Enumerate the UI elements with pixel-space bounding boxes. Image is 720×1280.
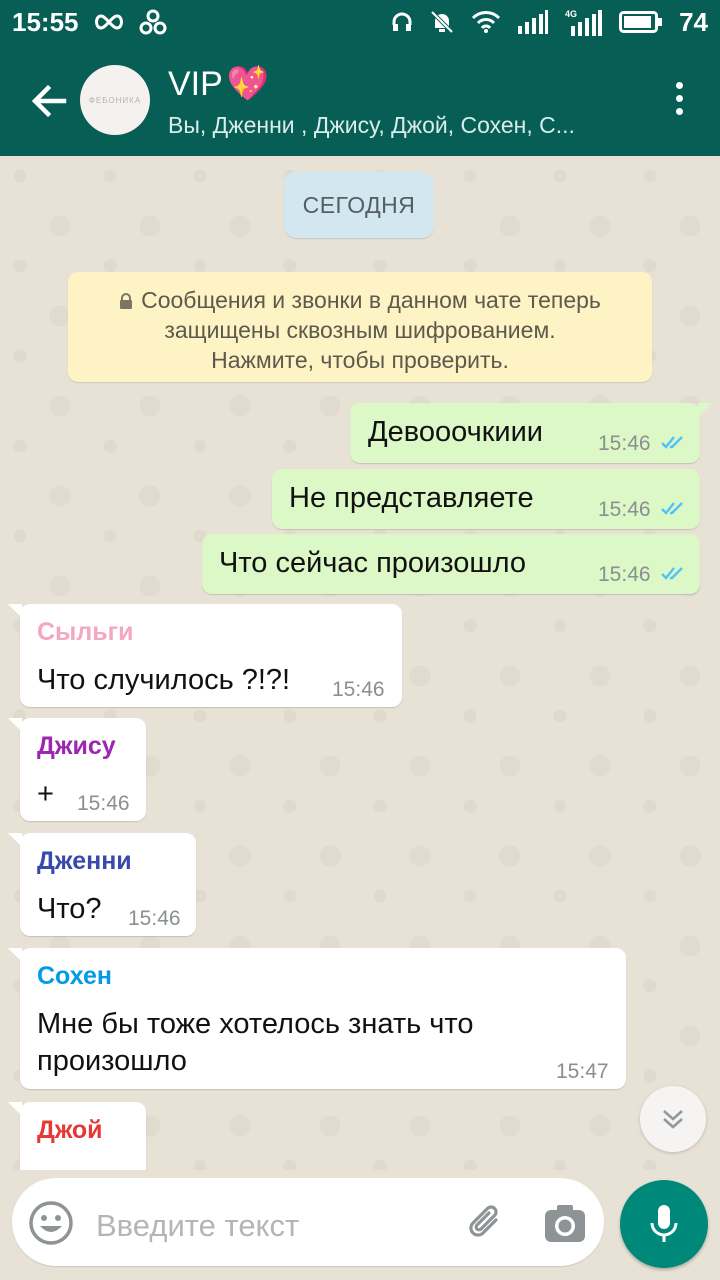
lock-icon: [120, 293, 133, 309]
status-bar: 15:55 4G 74: [0, 0, 720, 44]
group-avatar[interactable]: ФЕБОНИКА: [80, 65, 150, 135]
chat-title-text: VIP: [168, 64, 223, 103]
message-input[interactable]: Введите текст: [12, 1178, 604, 1266]
status-time: 15:55: [12, 6, 79, 37]
date-divider: СЕГОДНЯ: [284, 172, 434, 238]
microphone-icon: [650, 1205, 678, 1242]
message-placeholder: Введите текст: [96, 1208, 300, 1243]
sender-name: Сыльги: [37, 618, 134, 646]
chat-participants[interactable]: Вы, Дженни , Джису, Джой, Сохен, С...: [168, 112, 575, 139]
message-time: 15:46: [332, 678, 385, 701]
sparkling-heart-emoji: 💖: [226, 65, 270, 103]
message-time: 15:46: [598, 432, 651, 455]
message-bubble-incoming[interactable]: Дженни Что? 15:46: [8, 833, 196, 936]
message-bubble-outgoing[interactable]: Что сейчас произошло 15:46: [202, 534, 700, 594]
message-bubble-incoming[interactable]: Джой: [8, 1102, 146, 1170]
svg-text:4G: 4G: [565, 9, 577, 19]
headset-icon: [392, 12, 412, 31]
scroll-to-bottom-button[interactable]: [640, 1086, 706, 1152]
message-text: Девооочкиии: [368, 416, 543, 448]
signal-4g-icon: 4G: [565, 9, 603, 36]
message-time: 15:46: [128, 907, 181, 930]
read-receipt-icon: [661, 436, 683, 449]
camera-icon[interactable]: [544, 1204, 586, 1244]
emoji-icon[interactable]: [28, 1200, 74, 1246]
battery-icon: [619, 11, 663, 33]
message-text-line-1: Мне бы тоже хотелось знать что: [37, 1008, 474, 1040]
read-receipt-icon: [661, 502, 683, 515]
chat-area[interactable]: СЕГОДНЯ Сообщения и звонки в данном чате…: [0, 156, 720, 1170]
message-time: 15:47: [556, 1060, 609, 1083]
message-time: 15:46: [77, 792, 130, 815]
read-receipt-icon: [661, 567, 683, 580]
message-bubble-incoming[interactable]: Сыльги Что случилось ?!?! 15:46: [8, 604, 402, 707]
mute-bell-icon: [430, 10, 454, 34]
message-text: Что случилось ?!?!: [37, 664, 291, 696]
more-options-icon[interactable]: [674, 82, 684, 118]
battery-level: 74: [679, 6, 708, 37]
sender-name: Дженни: [37, 847, 132, 875]
signal-icon: [518, 10, 549, 34]
sender-name: Джису: [37, 732, 116, 760]
chat-title[interactable]: VIP 💖: [168, 64, 269, 104]
chat-header: ФЕБОНИКА VIP 💖 Вы, Дженни , Джису, Джой,…: [0, 44, 720, 156]
infinity-icon: [94, 14, 123, 30]
encryption-notice[interactable]: Сообщения и звонки в данном чате теперь …: [68, 272, 652, 382]
voice-message-button[interactable]: [620, 1180, 708, 1268]
back-arrow-icon[interactable]: [28, 80, 70, 122]
message-bubble-outgoing[interactable]: Не представляете 15:46: [272, 469, 700, 529]
message-text: Не представляете: [289, 482, 534, 514]
encryption-line-1: Сообщения и звонки в данном чате теперь: [141, 287, 601, 313]
message-text-line-2: произошло: [37, 1045, 187, 1077]
link-icon: [139, 9, 166, 35]
message-text: Что?: [37, 893, 102, 925]
message-bubble-incoming[interactable]: Сохен Мне бы тоже хотелось знать что про…: [8, 948, 626, 1089]
sender-name: Сохен: [37, 962, 112, 990]
encryption-line-2: защищены сквозным шифрованием.: [164, 317, 556, 343]
sender-name: Джой: [37, 1116, 103, 1144]
encryption-line-3: Нажмите, чтобы проверить.: [211, 347, 509, 373]
paperclip-icon[interactable]: [466, 1200, 506, 1244]
message-time: 15:46: [598, 563, 651, 586]
double-chevron-down-icon: [663, 1110, 683, 1129]
message-text: +: [37, 778, 54, 810]
message-bubble-incoming[interactable]: Джису + 15:46: [8, 718, 146, 821]
compose-bar: Введите текст: [0, 1170, 720, 1280]
message-time: 15:46: [598, 498, 651, 521]
wifi-icon: [471, 11, 501, 33]
message-text: Что сейчас произошло: [219, 547, 526, 579]
avatar-text: ФЕБОНИКА: [88, 95, 142, 105]
message-bubble-outgoing[interactable]: Девооочкиии 15:46: [350, 403, 712, 463]
